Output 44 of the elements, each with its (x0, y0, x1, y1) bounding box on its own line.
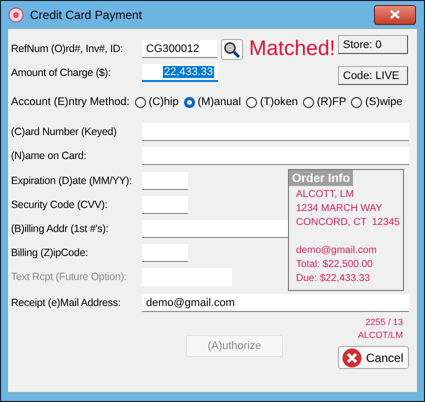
field-label: RefNum (O)rd#, Inv#, ID: (11, 43, 124, 55)
info-button[interactable]: Code: LIVE (338, 66, 408, 85)
input-field[interactable] (142, 244, 188, 262)
status-note: ALCOT/LM (358, 329, 403, 342)
search-button[interactable] (221, 38, 243, 60)
field-label: Billing (Z)ipCode: (11, 247, 89, 259)
radio-option[interactable]: (R)FP (302, 96, 346, 108)
window-title: Credit Card Payment (30, 8, 144, 22)
field-label: Security Code (CVV): (11, 199, 108, 211)
input-field[interactable]: CG300012 (142, 40, 217, 58)
close-button[interactable] (374, 4, 416, 24)
info-button[interactable]: Store: 0 (338, 35, 408, 54)
radio-option[interactable]: (M)anual (184, 96, 241, 108)
input-field[interactable]: demo@gmail.com (142, 294, 409, 312)
radio-option[interactable]: (S)wipe (351, 96, 402, 108)
close-icon (390, 10, 400, 19)
input-field[interactable] (142, 172, 188, 190)
match-status: Matched! (249, 37, 336, 61)
field-label: (C)ard Number (Keyed) (11, 126, 118, 138)
input-field[interactable]: 22,433.33 (142, 64, 218, 82)
radio-option[interactable]: (C)hip (134, 96, 179, 108)
field-label: Text Rcpt (Future Option): (11, 271, 128, 283)
order-info-line: CONCORD, CT 12345 (295, 217, 401, 230)
order-info-line: Total: $22,500.00 (295, 259, 374, 272)
radio-option[interactable]: (T)oken (246, 96, 298, 108)
input-field[interactable] (142, 196, 188, 214)
order-info-line: demo@gmail.com (295, 245, 378, 258)
cancel-button[interactable]: Cancel (338, 346, 409, 369)
status-note: 2255 / 13 (364, 316, 403, 329)
order-info-line: Due: $22,433.33 (295, 273, 371, 286)
field-label: Account (E)ntry Method: (11, 96, 130, 108)
order-info-line: 1234 MARCH WAY (295, 203, 384, 216)
cancel-icon (342, 348, 362, 368)
input-field[interactable] (142, 123, 409, 141)
field-label: Amount of Charge ($): (11, 67, 112, 79)
field-label: (B)illing Addr (1st #'s): (11, 223, 110, 235)
field-label: Expiration (D)ate (MM/YY): (11, 175, 133, 187)
order-info-line: ALCOTT, LM (295, 189, 355, 202)
input-field[interactable] (142, 147, 409, 165)
input-field[interactable] (142, 220, 288, 238)
field-label: Receipt (e)Mail Address: (11, 297, 122, 309)
field-label: (N)ame on Card: (11, 150, 88, 162)
panel-title: Order Info (289, 170, 354, 186)
app-logo-icon (8, 6, 24, 22)
